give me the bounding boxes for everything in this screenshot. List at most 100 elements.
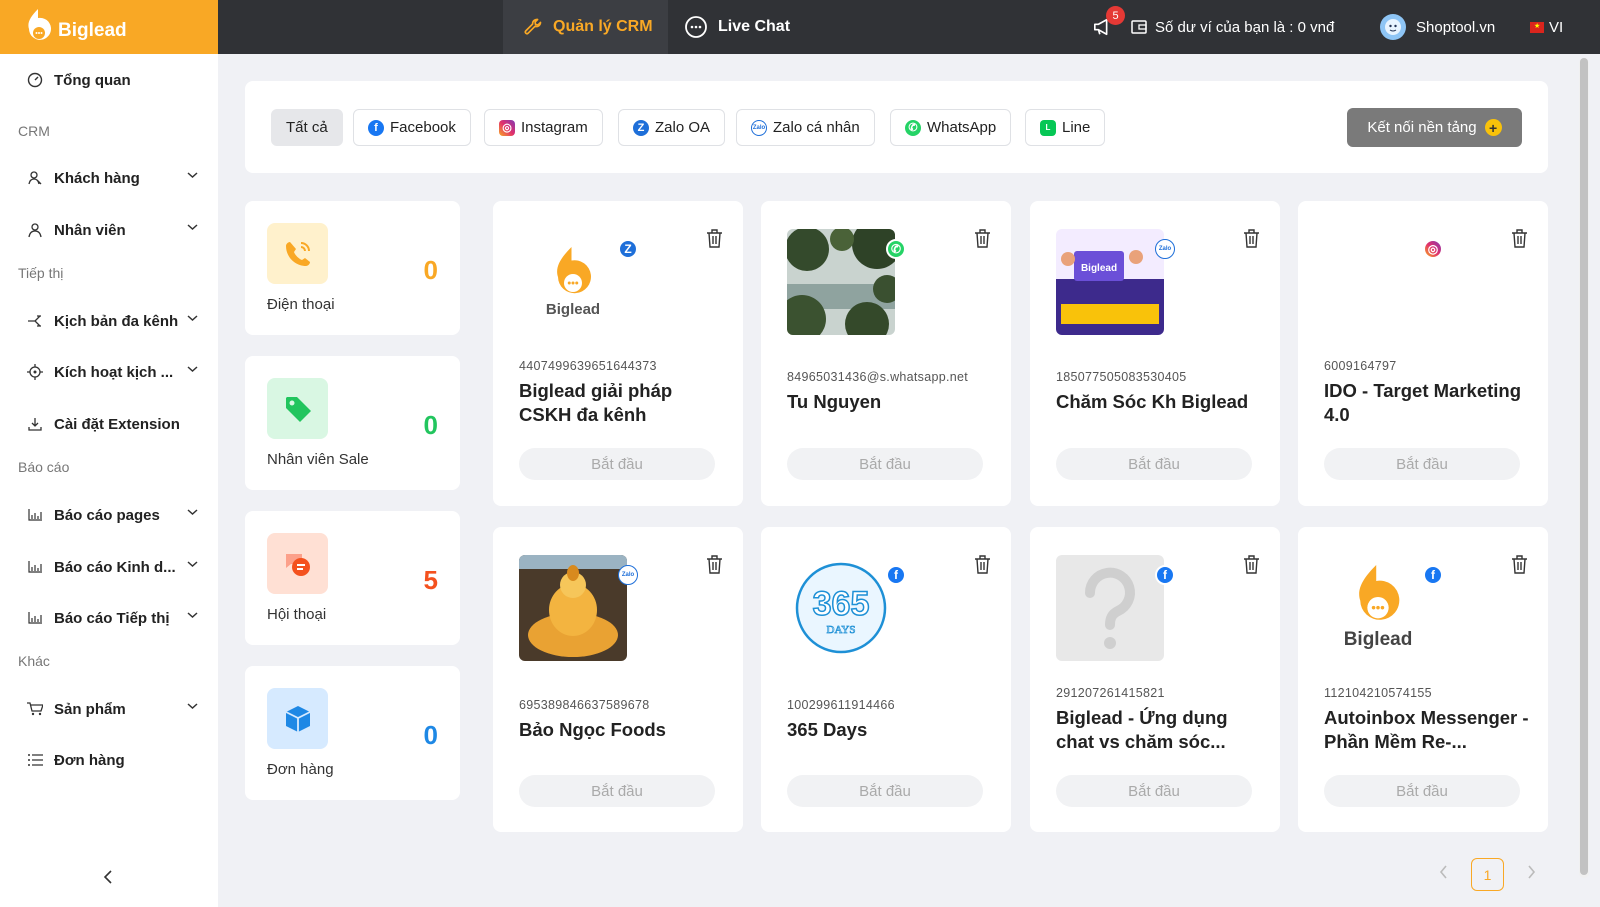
sidebar-item-label: Báo cáo pages [54, 506, 160, 524]
pagination-next-icon[interactable] [1527, 865, 1536, 879]
page-avatar [1324, 229, 1432, 335]
sidebar-item-multichannel[interactable]: Kịch bản đa kênh [0, 301, 218, 341]
chevron-down-icon [187, 561, 198, 568]
user-icon [26, 222, 44, 238]
bar-chart-icon [26, 612, 44, 624]
avatar-text: Biglead [545, 300, 601, 318]
start-button[interactable]: Bắt đầu [519, 775, 715, 807]
whatsapp-icon: ✆ [905, 119, 921, 136]
trash-icon[interactable] [974, 555, 991, 574]
filter-instagram-label: Instagram [521, 119, 588, 136]
wrench-icon [524, 18, 542, 35]
start-button[interactable]: Bắt đầu [1324, 448, 1520, 480]
stat-label: Nhân viên Sale [267, 451, 369, 468]
page-id: 695389846637589678 [519, 698, 650, 712]
box-icon [267, 688, 328, 749]
page-card[interactable]: Biglead f 112104210574155 Autoinbox Mess… [1298, 527, 1548, 832]
scrollbar[interactable] [1579, 58, 1589, 878]
filter-zalo-oa[interactable]: Z Zalo OA [618, 109, 726, 146]
page-card[interactable]: Zalo 695389846637589678 Bảo Ngọc Foods B… [493, 527, 743, 832]
sidebar-item-customers[interactable]: Khách hàng [0, 158, 218, 198]
sidebar-item-label: Nhân viên [54, 221, 126, 239]
brand-logo[interactable]: Biglead [0, 0, 218, 54]
filter-zalo-personal[interactable]: Zalo Zalo cá nhân [736, 109, 875, 146]
connect-platform-label: Kết nối nền tảng [1367, 119, 1477, 136]
list-icon [26, 754, 44, 766]
sidebar-item-label: Báo cáo Tiếp thị [54, 609, 170, 627]
tab-crm[interactable]: Quản lý CRM [503, 0, 668, 54]
collapse-sidebar-icon[interactable] [103, 870, 113, 884]
stat-label: Hội thoại [267, 606, 327, 623]
sidebar-item-report-marketing[interactable]: Báo cáo Tiếp thị [0, 598, 218, 638]
download-icon [26, 417, 44, 431]
start-button[interactable]: Bắt đầu [787, 448, 983, 480]
trash-icon[interactable] [1243, 229, 1260, 248]
sidebar-item-activate[interactable]: Kích hoạt kịch ... [0, 352, 218, 392]
page-id: 100299611914466 [787, 698, 895, 712]
zalo-icon: Zalo [751, 119, 767, 136]
page-name: Chăm Sóc Kh Biglead [1056, 391, 1249, 412]
trash-icon[interactable] [974, 229, 991, 248]
sidebar-item-products[interactable]: Sản phẩm [0, 689, 218, 729]
filter-instagram[interactable]: ◎ Instagram [484, 109, 603, 146]
start-button[interactable]: Bắt đầu [1056, 775, 1252, 807]
sidebar-item-report-pages[interactable]: Báo cáo pages [0, 495, 218, 535]
sidebar-item-staff[interactable]: Nhân viên [0, 210, 218, 250]
stat-card-orders[interactable]: Đơn hàng 0 [245, 666, 460, 800]
zalo-icon: Zalo [618, 565, 638, 585]
avatar-text: Biglead [1343, 629, 1413, 650]
sidebar-item-label: Đơn hàng [54, 751, 125, 769]
zalo-oa-icon: Z [633, 119, 649, 136]
page-card[interactable]: 365 DAYS f 100299611914466 365 Days Bắt … [761, 527, 1011, 832]
facebook-icon: f [1423, 565, 1443, 585]
tab-live-chat[interactable]: Live Chat [684, 0, 790, 54]
section-marketing: Tiếp thị [18, 265, 64, 281]
start-button[interactable]: Bắt đầu [519, 448, 715, 480]
start-button[interactable]: Bắt đầu [1056, 448, 1252, 480]
zalo-oa-icon: Z [618, 239, 638, 259]
section-crm: CRM [18, 123, 50, 139]
start-button[interactable]: Bắt đầu [787, 775, 983, 807]
trash-icon[interactable] [1511, 555, 1528, 574]
filter-line[interactable]: L Line [1025, 109, 1106, 146]
account-menu[interactable]: Shoptool.vn [1380, 0, 1495, 54]
filter-facebook[interactable]: f Facebook [353, 109, 471, 146]
page-id: 112104210574155 [1324, 686, 1432, 700]
sidebar-item-orders[interactable]: Đơn hàng [0, 740, 218, 780]
sidebar-item-overview[interactable]: Tổng quan [0, 60, 218, 100]
stat-card-phone[interactable]: Điện thoại 0 [245, 201, 460, 335]
sidebar: Tổng quan CRM Khách hàng Nhân viên Tiếp … [0, 54, 218, 907]
sidebar-item-extension[interactable]: Cài đặt Extension [0, 404, 218, 444]
wallet-balance[interactable]: Số dư ví của bạn là : 0 vnđ [1131, 0, 1334, 54]
tab-live-chat-label: Live Chat [718, 18, 791, 35]
page-avatar: Biglead [1056, 229, 1164, 335]
sidebar-item-report-business[interactable]: Báo cáo Kinh d... [0, 547, 218, 587]
stat-card-sales-staff[interactable]: Nhân viên Sale 0 [245, 356, 460, 490]
pagination-prev-icon[interactable] [1439, 865, 1448, 879]
pagination-current-page[interactable]: 1 [1471, 858, 1504, 891]
page-card[interactable]: Biglead Z 4407499639651644373 Biglead gi… [493, 201, 743, 506]
filter-whatsapp[interactable]: ✆ WhatsApp [890, 109, 1012, 146]
notification-badge: 5 [1106, 6, 1125, 25]
language-selector[interactable]: VI [1530, 0, 1563, 54]
trash-icon[interactable] [1243, 555, 1260, 574]
notification-button[interactable]: 5 [1092, 0, 1125, 54]
section-other: Khác [18, 653, 50, 669]
page-card[interactable]: ◎ 6009164797 IDO - Target Marketing 4.0 … [1298, 201, 1548, 506]
filter-all[interactable]: Tất cả [271, 109, 343, 146]
stat-card-conversations[interactable]: Hội thoại 5 [245, 511, 460, 645]
scrollbar-thumb[interactable] [1580, 58, 1588, 875]
trash-icon[interactable] [1511, 229, 1528, 248]
trash-icon[interactable] [706, 555, 723, 574]
trash-icon[interactable] [706, 229, 723, 248]
page-card[interactable]: ✆ 84965031436@s.whatsapp.net Tu Nguyen B… [761, 201, 1011, 506]
page-card[interactable]: f 291207261415821 Biglead - Ứng dụng cha… [1030, 527, 1280, 832]
page-card[interactable]: Biglead Zalo 185077505083530405 Chăm Sóc… [1030, 201, 1280, 506]
connect-platform-button[interactable]: Kết nối nền tảng + [1347, 108, 1522, 147]
top-bar: Biglead Quản lý CRM Live Chat 5 Số dư ví… [0, 0, 1600, 54]
platform-filter-bar: Tất cả f Facebook ◎ Instagram Z Zalo OA … [245, 81, 1548, 173]
start-button[interactable]: Bắt đầu [1324, 775, 1520, 807]
page-id: 6009164797 [1324, 359, 1397, 373]
avatar [1380, 14, 1406, 40]
page-name: Bảo Ngọc Foods [519, 719, 666, 740]
